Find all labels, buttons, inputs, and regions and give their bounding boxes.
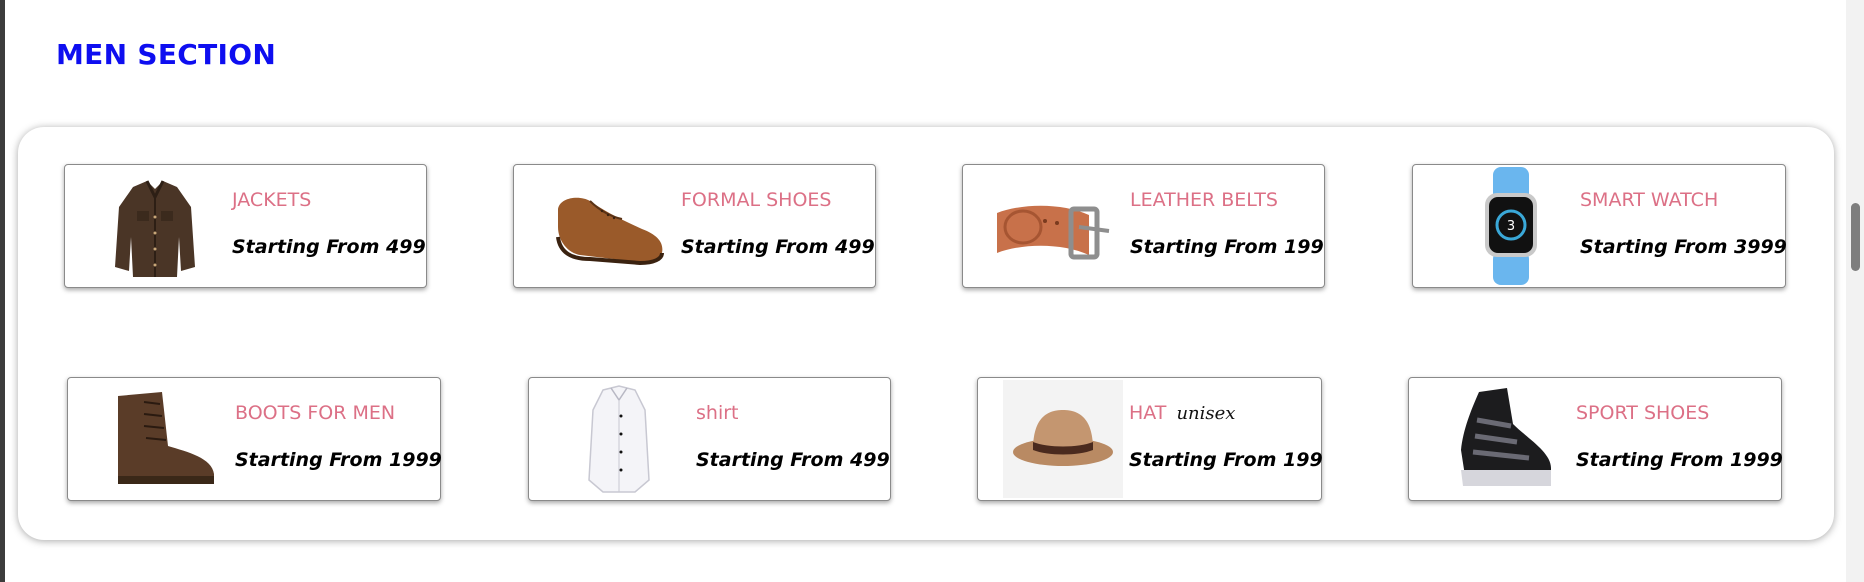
page-scrollbar[interactable] xyxy=(1846,0,1864,582)
product-price: Starting From 1999 xyxy=(235,449,442,471)
product-card-sport-shoes[interactable]: SPORT SHOES Starting From 1999 xyxy=(1408,377,1783,501)
sport-shoe-image xyxy=(1447,380,1567,498)
product-price: Starting From 199 xyxy=(1130,236,1324,258)
product-card-hat[interactable]: HAT unisex Starting From 199 xyxy=(977,377,1323,501)
product-name-text: HAT xyxy=(1129,402,1167,424)
smart-watch-image: 3 xyxy=(1451,167,1571,285)
product-card-jackets[interactable]: JACKETS Starting From 499 xyxy=(64,164,427,288)
product-price: Starting From 199 xyxy=(1129,449,1323,471)
product-card-smart-watch[interactable]: 3 SMART WATCH Starting From 3999 xyxy=(1412,164,1787,288)
product-price: Starting From 1999 xyxy=(1576,449,1783,471)
product-panel: JACKETS Starting From 499 FORMAL SHOES S… xyxy=(18,127,1834,540)
product-name: HAT unisex xyxy=(1129,402,1235,424)
product-tag: unisex xyxy=(1176,403,1236,424)
product-price: Starting From 499 xyxy=(681,236,875,258)
product-price: Starting From 499 xyxy=(232,236,426,258)
product-price: Starting From 499 xyxy=(696,449,890,471)
window-edge xyxy=(0,0,5,582)
boot-image xyxy=(104,380,224,498)
product-name: shirt xyxy=(696,402,739,424)
product-card-shirt[interactable]: shirt Starting From 499 xyxy=(528,377,891,501)
product-name: LEATHER BELTS xyxy=(1130,189,1278,211)
watch-screen-value: 3 xyxy=(1507,219,1515,234)
jacket-image xyxy=(95,167,215,285)
product-price: Starting From 3999 xyxy=(1580,236,1787,258)
section-title: MEN SECTION xyxy=(56,38,277,71)
product-name: BOOTS FOR MEN xyxy=(235,402,396,424)
product-name: SMART WATCH xyxy=(1580,189,1719,211)
product-name: FORMAL SHOES xyxy=(681,189,832,211)
product-card-formal-shoes[interactable]: FORMAL SHOES Starting From 499 xyxy=(513,164,876,288)
product-card-leather-belts[interactable]: LEATHER BELTS Starting From 199 xyxy=(962,164,1325,288)
product-name: JACKETS xyxy=(232,189,312,211)
hat-image xyxy=(1003,380,1123,498)
product-card-boots[interactable]: BOOTS FOR MEN Starting From 1999 xyxy=(67,377,442,501)
scrollbar-thumb[interactable] xyxy=(1851,203,1860,271)
formal-shoe-image xyxy=(550,167,670,285)
shirt-image xyxy=(559,380,679,498)
leather-belt-image xyxy=(993,167,1113,285)
product-name: SPORT SHOES xyxy=(1576,402,1710,424)
